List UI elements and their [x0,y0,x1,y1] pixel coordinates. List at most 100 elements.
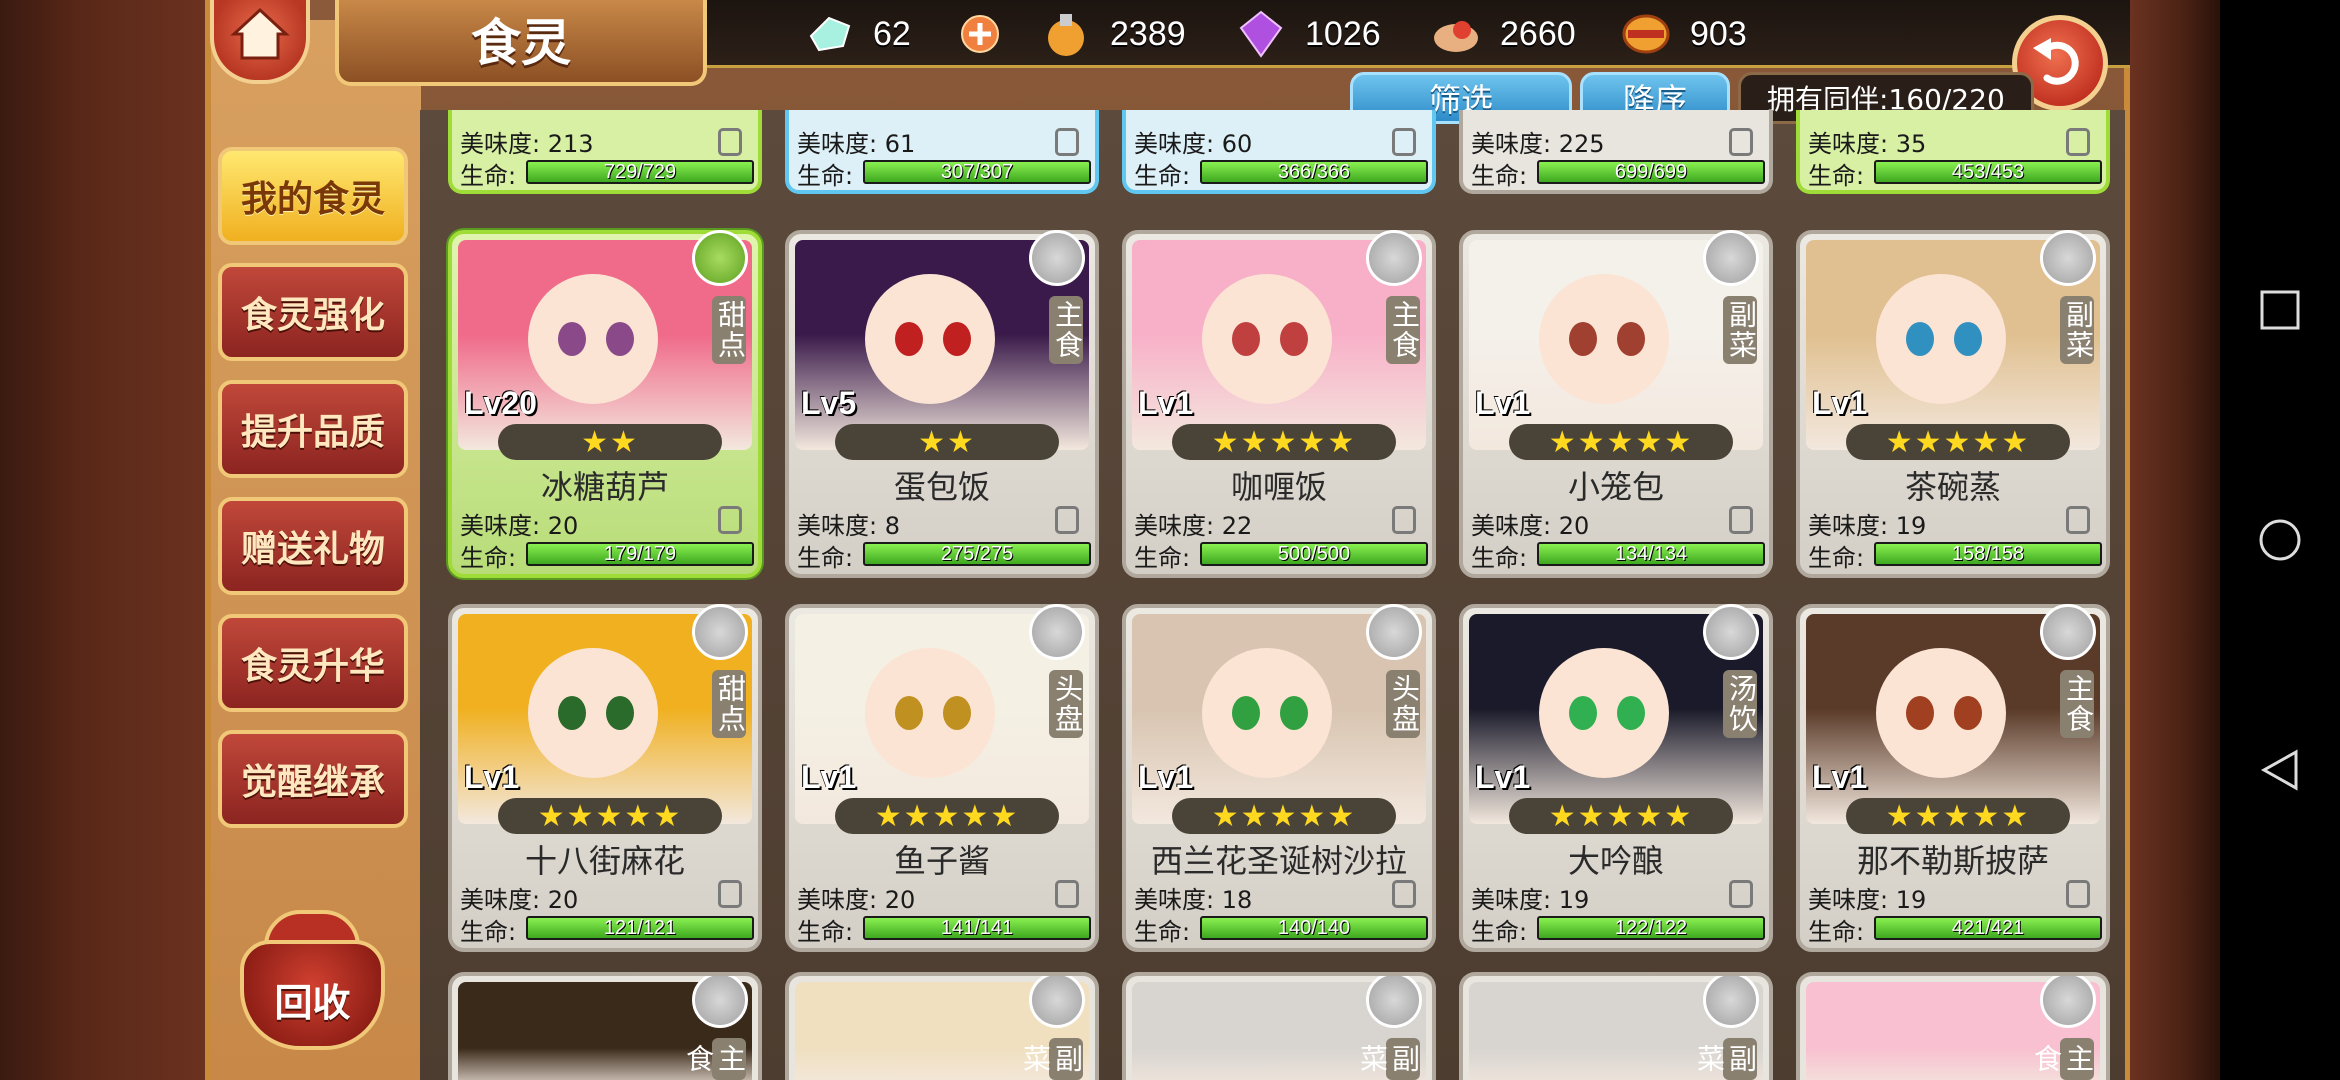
dish-type-icon [1366,976,1422,1028]
character-face [1539,648,1669,778]
dish-type-label: 甜点 [712,296,747,364]
resource-value: 2660 [1500,14,1576,53]
lock-icon[interactable] [1055,506,1079,534]
life-label: 生命: [460,918,517,946]
hp-value: 699/699 [1614,161,1688,183]
eye [1906,696,1934,730]
sidebar-item-my-spirits[interactable]: 我的食灵 [218,147,408,245]
hp-value: 158/158 [1951,543,2025,565]
spirit-card[interactable]: Lv1 副菜 ★★★★★ 茶碗蒸 美味度: 19 生命: 158/158 [1796,230,2110,578]
dish-type-label: 头盘 [1386,670,1421,738]
spirit-card-partial[interactable]: 副菜 [1122,972,1436,1080]
resource-value: 903 [1690,14,1747,53]
dish-type-icon [1703,976,1759,1028]
dish-type-label: 主食 [1386,296,1421,364]
lock-icon[interactable] [1729,506,1753,534]
recent-apps-icon[interactable] [2258,288,2302,332]
spirit-card[interactable]: Lv5 主食 ★★ 蛋包饭 美味度: 8 生命: 275/275 [785,230,1099,578]
spirit-card-partial[interactable]: 副菜 [1459,972,1773,1080]
lock-icon[interactable] [1392,128,1416,156]
hp-bar: 140/140 [1200,916,1428,940]
dish-type-label: 主食 [2060,670,2095,738]
spirit-card-partial[interactable]: 美味度: 35 生命: 453/453 [1796,110,2110,194]
taste-stat: 美味度: 20 [460,512,579,540]
dish-type-icon [692,230,748,286]
potion-icon [1048,14,1084,56]
resource-value: 1026 [1305,14,1381,53]
spirit-card-partial[interactable]: 主食 [448,972,762,1080]
lock-icon[interactable] [718,506,742,534]
home-icon[interactable] [2258,518,2302,562]
life-label: 生命: [797,918,854,946]
level-label: Lv1 [1812,759,1868,795]
eye [943,696,971,730]
sidebar-item-upgrade-quality[interactable]: 提升品质 [218,380,408,478]
star-rating: ★★★★★ [1846,424,2070,460]
hp-value: 366/366 [1277,161,1351,183]
dish-type-icon [2040,976,2096,1028]
lock-icon[interactable] [718,128,742,156]
right-background [2130,0,2220,1080]
hp-bar: 158/158 [1874,542,2102,566]
sidebar-item-send-gift[interactable]: 赠送礼物 [218,497,408,595]
taste-stat: 美味度: 20 [460,886,579,914]
dish-type-label: 主食 [1049,296,1084,364]
lock-icon[interactable] [2066,128,2090,156]
spirit-card[interactable]: Lv1 头盘 ★★★★★ 西兰花圣诞树沙拉 美味度: 18 生命: 140/140 [1122,604,1436,952]
star-rating: ★★ [498,424,722,460]
dish-type-label: 汤饮 [1723,670,1758,738]
back-icon[interactable] [2258,748,2302,792]
spirit-card-partial[interactable]: 主食 [1796,972,2110,1080]
lock-icon[interactable] [1729,128,1753,156]
spirit-card[interactable]: Lv20 甜点 ★★ 冰糖葫芦 美味度: 20 生命: 179/179 [448,230,762,578]
spirit-card-partial[interactable]: 美味度: 60 生命: 366/366 [1122,110,1436,194]
lock-icon[interactable] [718,880,742,908]
sidebar-item-enhance[interactable]: 食灵强化 [218,263,408,361]
spirit-card-partial[interactable]: 副菜 [785,972,1099,1080]
lock-icon[interactable] [2066,506,2090,534]
recycle-label: 回收 [274,981,351,1025]
home-button[interactable] [210,0,310,84]
lock-icon[interactable] [1392,880,1416,908]
taste-stat: 美味度: 60 [1134,130,1253,158]
coin-icon [1622,14,1670,54]
star-rating: ★★★★★ [1172,798,1396,834]
spirit-name: 蛋包饭 [893,468,990,506]
spirit-card[interactable]: Lv1 副菜 ★★★★★ 小笼包 美味度: 20 生命: 134/134 [1459,230,1773,578]
hp-value: 307/307 [940,161,1014,183]
sidebar-item-sublimate[interactable]: 食灵升华 [218,614,408,712]
dish-type-label: 副菜 [1356,1038,1421,1080]
dish-type-label: 主食 [2030,1038,2095,1080]
lock-icon[interactable] [1392,506,1416,534]
recycle-button[interactable]: 回收 [240,910,385,1050]
spirit-name: 十八街麻花 [524,842,685,880]
spirit-card[interactable]: Lv1 主食 ★★★★★ 咖喱饭 美味度: 22 生命: 500/500 [1122,230,1436,578]
star-rating: ★★ [835,424,1059,460]
spirit-card-partial[interactable]: 美味度: 213 生命: 729/729 [448,110,762,194]
lock-icon[interactable] [1055,128,1079,156]
eye [558,696,586,730]
lock-icon[interactable] [1055,880,1079,908]
level-label: Lv1 [464,759,520,795]
spirit-name: 鱼子酱 [893,842,990,880]
lock-icon[interactable] [1729,880,1753,908]
hp-value: 179/179 [603,543,677,565]
spirit-card[interactable]: Lv1 主食 ★★★★★ 那不勒斯披萨 美味度: 19 生命: 421/421 [1796,604,2110,952]
sidebar-item-awaken-inherit[interactable]: 觉醒继承 [218,730,408,828]
level-label: Lv1 [1138,759,1194,795]
dish-type-icon [1029,230,1085,286]
character-face [865,648,995,778]
dish-type-icon [692,604,748,660]
spirit-card-partial[interactable]: 美味度: 61 生命: 307/307 [785,110,1099,194]
spirit-card[interactable]: Lv1 甜点 ★★★★★ 十八街麻花 美味度: 20 生命: 121/121 [448,604,762,952]
hp-bar: 121/121 [526,916,754,940]
dish-type-icon [692,976,748,1028]
hp-bar: 134/134 [1537,542,1765,566]
spirit-card-partial[interactable]: 美味度: 225 生命: 699/699 [1459,110,1773,194]
spirit-card[interactable]: Lv1 汤饮 ★★★★★ 大吟酿 美味度: 19 生命: 122/122 [1459,604,1773,952]
lock-icon[interactable] [2066,880,2090,908]
crystal-icon [809,16,851,52]
spirit-card[interactable]: Lv1 头盘 ★★★★★ 鱼子酱 美味度: 20 生命: 141/141 [785,604,1099,952]
add-icon[interactable] [960,14,1000,54]
eye [1569,696,1597,730]
